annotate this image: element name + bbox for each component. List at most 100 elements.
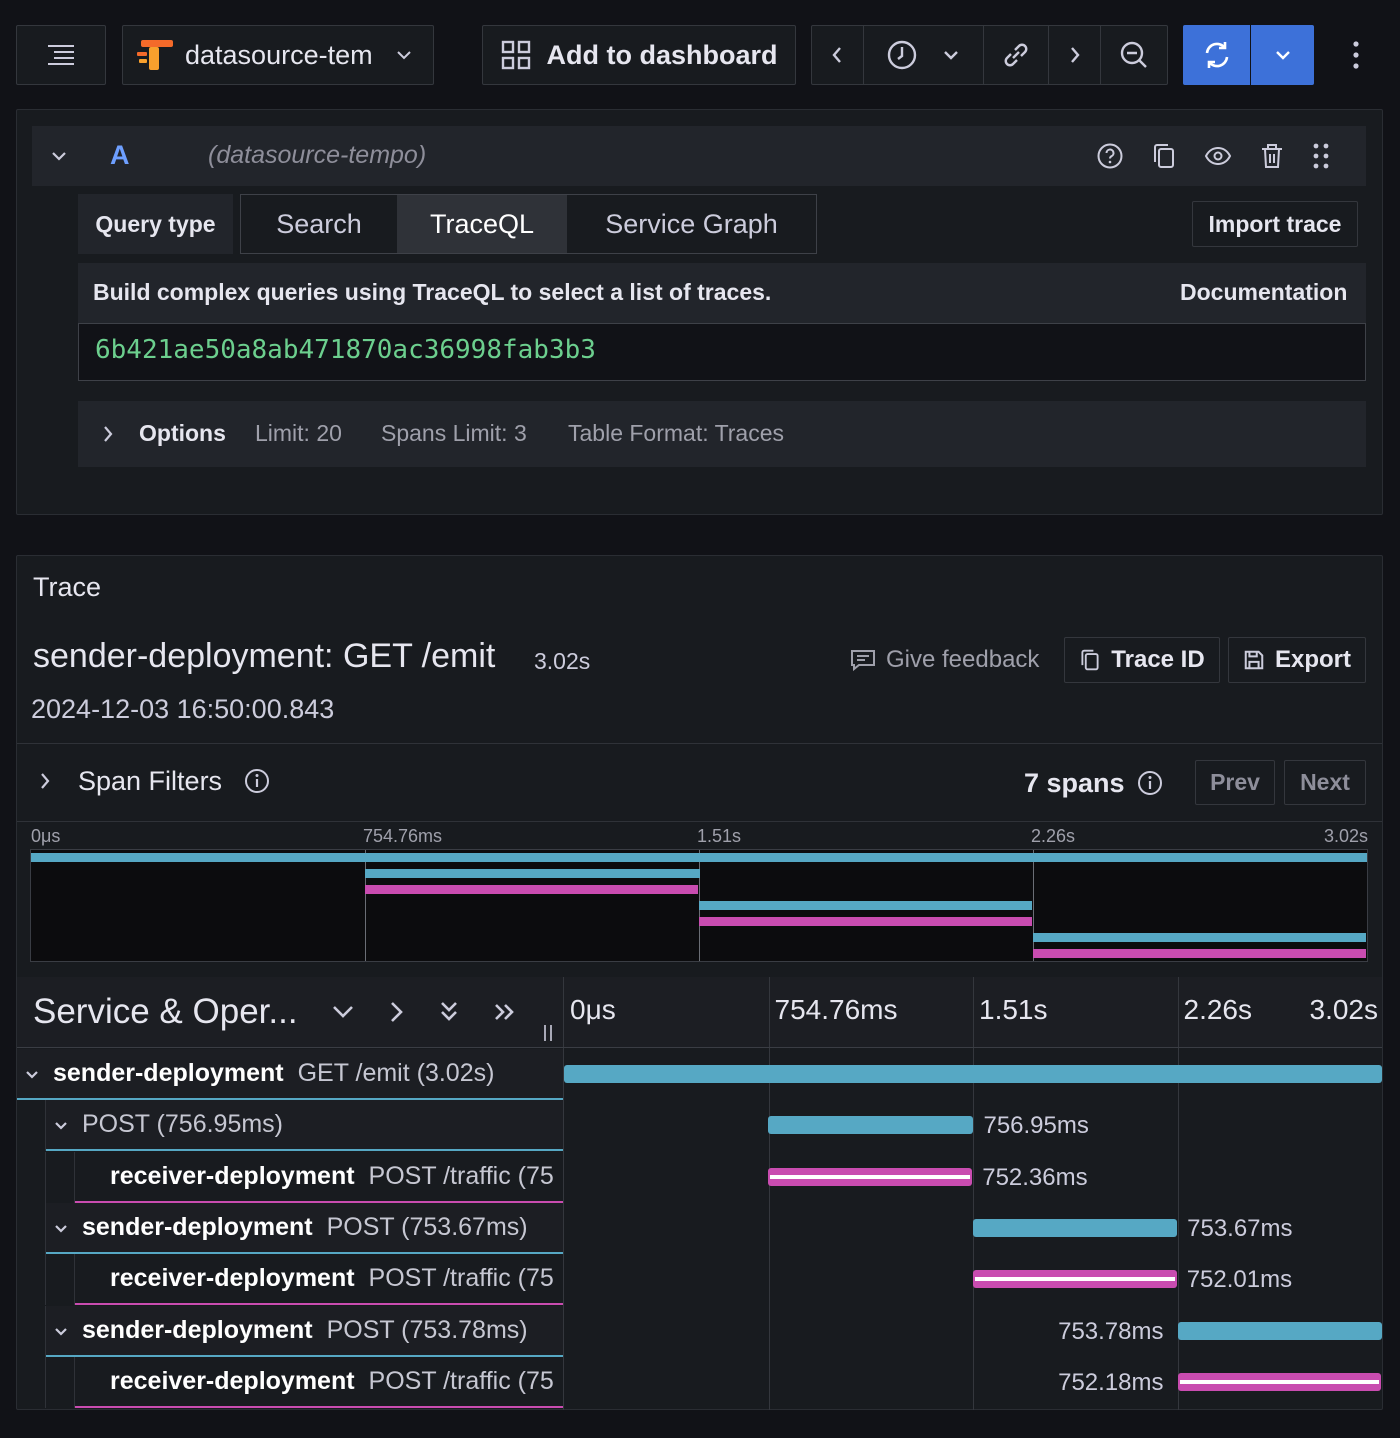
share-link-button[interactable]: [984, 26, 1050, 84]
options-table-format: Table Format: Traces: [568, 420, 785, 446]
collapse-all-icon[interactable]: [438, 999, 460, 1025]
chevron-down-icon[interactable]: [24, 1069, 40, 1081]
tree-guide-line: [45, 1151, 46, 1203]
trace-id-button[interactable]: Trace ID: [1064, 637, 1220, 683]
chevron-down-icon[interactable]: [53, 1223, 69, 1235]
chevron-down-icon[interactable]: [53, 1326, 69, 1338]
options-spans-limit: Spans Limit: 3: [381, 420, 527, 446]
spans-count: 7 spans: [1024, 765, 1163, 801]
span-operation-name: GET /emit (3.02s): [297, 1059, 495, 1087]
drag-handle-icon[interactable]: [1312, 142, 1330, 170]
zoom-out-button[interactable]: [1101, 26, 1167, 84]
minimap-span-bar: [1033, 933, 1367, 942]
expand-all-icon[interactable]: [492, 1001, 518, 1023]
span-duration-label: 752.36ms: [982, 1163, 1088, 1191]
options-label[interactable]: Options: [139, 420, 226, 447]
span-label: sender-deployment GET /emit (3.02s): [53, 1059, 563, 1088]
collapse-query-toggle[interactable]: [50, 144, 76, 168]
span-timeline-bar[interactable]: [768, 1116, 974, 1135]
tree-guide-line: [45, 1254, 46, 1306]
span-timeline-bar[interactable]: [1177, 1321, 1382, 1340]
chevron-down-icon: [52, 152, 66, 161]
span-label: receiver-deployment POST /traffic (75: [110, 1367, 563, 1396]
time-picker-button[interactable]: [864, 26, 984, 84]
minimap-tick-label: 2.26s: [1031, 826, 1076, 846]
minimap-span-bar: [364, 869, 700, 878]
help-icon[interactable]: [1096, 142, 1124, 170]
tab-traceql[interactable]: TraceQL: [397, 195, 567, 253]
minimap-span-bar: [699, 917, 1032, 926]
trace-title: sender-deployment: GET /emit: [33, 637, 496, 675]
minimap-tick-label: 0μs: [31, 826, 61, 846]
zoom-out-icon: [1120, 41, 1147, 68]
link-icon: [1004, 43, 1028, 67]
kebab-vertical-icon: [1353, 41, 1359, 69]
more-options-button[interactable]: [1340, 38, 1372, 72]
trace-timestamp: 2024-12-03 16:50:00.843: [31, 694, 335, 724]
column-resizer-icon[interactable]: [542, 1024, 554, 1042]
time-forward-button[interactable]: [1049, 26, 1102, 84]
minimap-gridline: [365, 850, 366, 961]
export-label: Export: [1274, 646, 1351, 673]
tree-guide-line: [45, 1100, 46, 1152]
next-button[interactable]: Next: [1284, 760, 1366, 805]
header-divider: [17, 743, 1382, 744]
add-to-dashboard-button[interactable]: Add to dashboard: [482, 25, 796, 85]
span-header-divider: [17, 1047, 1382, 1048]
datasource-picker[interactable]: datasource-tem: [122, 25, 434, 85]
trace-duration: 3.02s: [534, 648, 591, 674]
spans-count-label: 7 spans: [1024, 767, 1125, 798]
span-operation-name: POST (753.67ms): [326, 1212, 528, 1241]
collapse-one-icon[interactable]: [330, 1003, 356, 1021]
tree-guide-line: [45, 1356, 46, 1408]
export-button[interactable]: Export: [1228, 637, 1366, 683]
span-label: receiver-deployment POST /traffic (75: [110, 1162, 563, 1191]
chevron-down-icon[interactable]: [53, 1120, 69, 1132]
query-type-label: Query type: [95, 210, 216, 237]
chevron-down-icon: [944, 51, 959, 60]
refresh-interval-dropdown[interactable]: [1251, 25, 1314, 85]
tab-search[interactable]: Search: [241, 195, 397, 253]
time-controls: [811, 25, 1168, 85]
chevron-right-icon: [1070, 47, 1080, 63]
span-duration-label: 752.01ms: [1186, 1266, 1293, 1294]
span-operation-name: POST /traffic (75: [368, 1366, 554, 1395]
dashboard-grid-icon: [501, 40, 531, 70]
query-ref-id[interactable]: A: [110, 140, 130, 171]
datasource-name: datasource-tem: [185, 39, 373, 70]
span-filters-toggle[interactable]: Span Filters: [38, 763, 270, 799]
span-timeline-bar[interactable]: [973, 1218, 1178, 1237]
options-limit: Limit: 20: [255, 420, 342, 446]
span-operation-name: POST /traffic (75: [368, 1161, 554, 1190]
time-back-button[interactable]: [812, 26, 864, 84]
documentation-link[interactable]: Documentation: [1180, 279, 1347, 306]
span-duration-label: 752.18ms: [1058, 1368, 1164, 1396]
prev-button[interactable]: Prev: [1195, 760, 1275, 805]
copy-icon[interactable]: [1151, 142, 1177, 170]
span-service-name: sender-deployment: [53, 1059, 284, 1087]
filters-divider: [17, 821, 1382, 822]
minimap-gridline: [1033, 850, 1034, 961]
minimap-tick-label: 754.76ms: [363, 826, 443, 846]
traceql-query-input[interactable]: 6b421ae50a8ab471870ac36998fab3b3: [78, 323, 1366, 381]
chevron-right-icon[interactable]: [101, 424, 115, 444]
trash-icon[interactable]: [1259, 142, 1285, 170]
expand-one-icon[interactable]: [388, 999, 406, 1025]
menu-toggle-button[interactable]: [16, 25, 106, 85]
span-bar-inner-line: [770, 1174, 971, 1179]
info-icon: [1137, 771, 1162, 795]
give-feedback-link[interactable]: Give feedback: [850, 644, 1039, 676]
import-trace-label: Import trace: [1208, 210, 1342, 237]
minimap-span-bar: [1033, 949, 1366, 958]
refresh-button[interactable]: [1183, 25, 1250, 85]
span-service-name: receiver-deployment: [110, 1366, 355, 1395]
trace-minimap[interactable]: [30, 849, 1368, 962]
span-label: sender-deployment POST (753.78ms): [82, 1316, 563, 1345]
trace-id-label: Trace ID: [1111, 646, 1205, 673]
span-timeline-bar[interactable]: [564, 1065, 1382, 1083]
import-trace-button[interactable]: Import trace: [1192, 201, 1358, 247]
span-duration-label: 756.95ms: [983, 1112, 1089, 1140]
eye-icon[interactable]: [1204, 145, 1232, 167]
save-icon: [1244, 650, 1264, 670]
tab-service-graph[interactable]: Service Graph: [567, 195, 816, 253]
